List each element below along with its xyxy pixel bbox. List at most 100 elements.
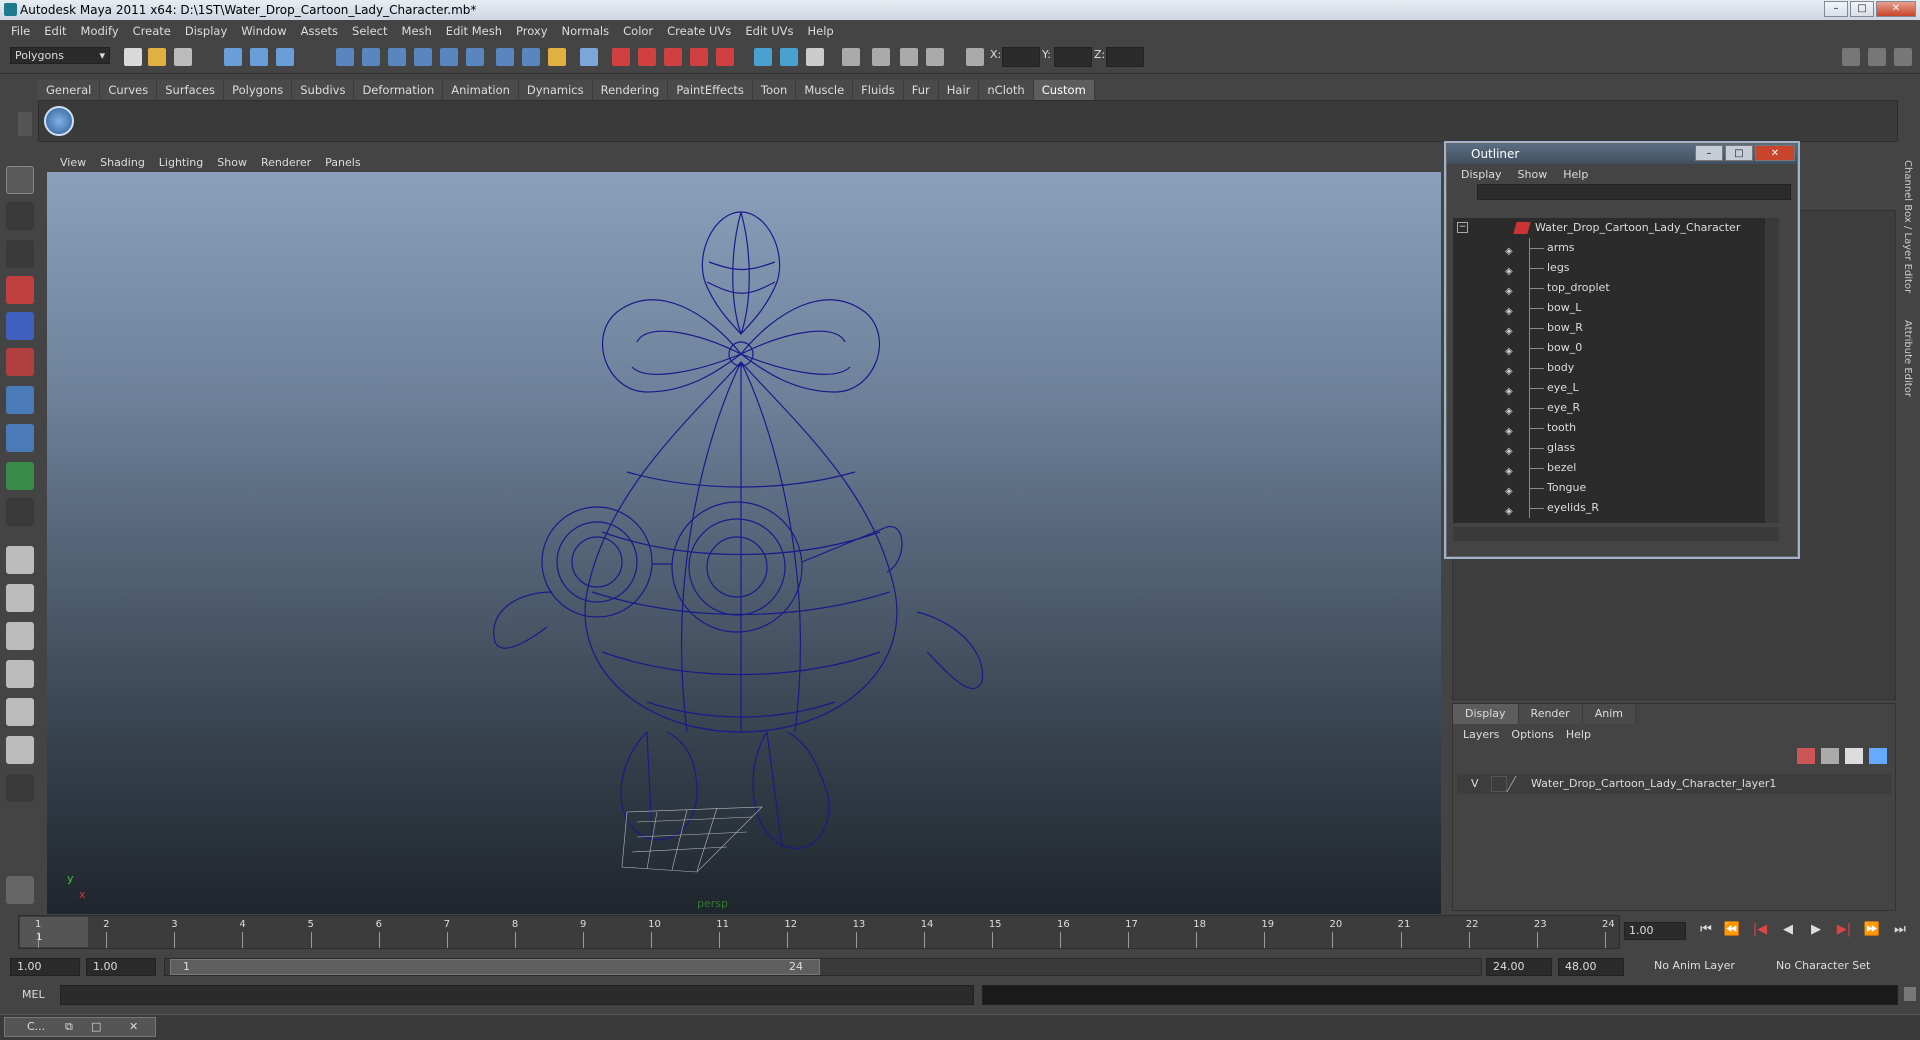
single-pane-layout-icon[interactable]: [6, 546, 34, 574]
persp-trax-layout-icon[interactable]: [6, 736, 34, 764]
mel-input[interactable]: [60, 985, 974, 1005]
mel-script-icon[interactable]: [6, 876, 34, 904]
hypershade-persp-layout-icon[interactable]: [6, 698, 34, 726]
menu-create[interactable]: Create: [126, 24, 178, 38]
step-back-frame-button[interactable]: |◀: [1750, 922, 1770, 940]
current-frame-field[interactable]: 1.00: [1624, 922, 1686, 940]
outliner-persp-layout-icon[interactable]: [6, 622, 34, 650]
tab-rendering[interactable]: Rendering: [592, 80, 669, 100]
layer-tab-anim[interactable]: Anim: [1582, 704, 1636, 724]
snap-curve-icon[interactable]: [362, 48, 380, 66]
restore-icon[interactable]: ⧉: [65, 1018, 73, 1036]
outliner-item[interactable]: ◈ Tongue: [1453, 478, 1779, 498]
soft-mod-tool-icon[interactable]: [6, 424, 34, 452]
show-channel-box-icon[interactable]: [1894, 48, 1912, 66]
layer-menu-layers[interactable]: Layers: [1457, 728, 1505, 741]
tab-fur[interactable]: Fur: [903, 80, 939, 100]
collapse-icon[interactable]: −: [1457, 222, 1468, 233]
outliner-item[interactable]: ◈ bow_R: [1453, 318, 1779, 338]
outliner-menu-help[interactable]: Help: [1555, 168, 1596, 181]
ipr-render-icon[interactable]: [664, 48, 682, 66]
x-field[interactable]: [1002, 47, 1040, 67]
layer-menu-help[interactable]: Help: [1560, 728, 1597, 741]
playback-start-field[interactable]: 1.00: [86, 958, 156, 976]
play-forwards-button[interactable]: ▶: [1806, 922, 1826, 940]
new-scene-icon[interactable]: [124, 48, 142, 66]
select-tool-icon[interactable]: [6, 166, 34, 194]
menu-set-dropdown[interactable]: Polygons: [10, 47, 110, 64]
snap-plane-icon[interactable]: [414, 48, 432, 66]
vp-menu-view[interactable]: View: [53, 156, 93, 169]
maximize-button[interactable]: □: [1850, 1, 1874, 17]
manipulator-tool-icon[interactable]: [6, 386, 34, 414]
start-time-field[interactable]: 1.00: [10, 958, 80, 976]
layer-menu-options[interactable]: Options: [1505, 728, 1559, 741]
lock-icon[interactable]: [548, 48, 566, 66]
tab-toon[interactable]: Toon: [752, 80, 797, 100]
layer-row[interactable]: V Water_Drop_Cartoon_Lady_Character_laye…: [1457, 774, 1891, 794]
vp-menu-panels[interactable]: Panels: [318, 156, 367, 169]
menu-color[interactable]: Color: [616, 24, 660, 38]
attribute-editor-tab[interactable]: Attribute Editor: [1902, 320, 1913, 397]
outliner-item[interactable]: ◈ eye_L: [1453, 378, 1779, 398]
select-hierarchy-icon[interactable]: [224, 48, 242, 66]
menu-edit[interactable]: Edit: [37, 24, 73, 38]
outliner-item[interactable]: ◈ tooth: [1453, 418, 1779, 438]
toggle-outliner-icon[interactable]: [780, 48, 798, 66]
render-current-icon[interactable]: [638, 48, 656, 66]
menu-assets[interactable]: Assets: [294, 24, 345, 38]
vp-menu-show[interactable]: Show: [210, 156, 254, 169]
step-forward-key-button[interactable]: ⏩: [1862, 922, 1882, 940]
modeling-toolkit-icon[interactable]: [806, 48, 824, 66]
outliner-item[interactable]: ◈ bow_L: [1453, 298, 1779, 318]
outliner-item[interactable]: ◈ body: [1453, 358, 1779, 378]
select-object-icon[interactable]: [250, 48, 268, 66]
play-backwards-button[interactable]: ◀: [1778, 922, 1798, 940]
outliner-item[interactable]: ◈ eyelids_R: [1453, 498, 1779, 518]
show-attribute-editor-icon[interactable]: [1842, 48, 1860, 66]
rotate-tool-icon[interactable]: [6, 312, 34, 340]
outliner-item[interactable]: ◈ bezel: [1453, 458, 1779, 478]
show-manipulator-icon[interactable]: [6, 462, 34, 490]
outliner-item[interactable]: ◈ arms: [1453, 238, 1779, 258]
outliner-menu-show[interactable]: Show: [1510, 168, 1556, 181]
layer-color-swatch[interactable]: [1506, 776, 1530, 792]
outliner-item[interactable]: ◈ glass: [1453, 438, 1779, 458]
outliner-minimize-button[interactable]: –: [1695, 145, 1723, 161]
menu-edit-uvs[interactable]: Edit UVs: [738, 24, 800, 38]
render-view-icon[interactable]: [612, 48, 630, 66]
outliner-maximize-button[interactable]: □: [1725, 145, 1753, 161]
tab-subdivs[interactable]: Subdivs: [292, 80, 355, 100]
select-component-icon[interactable]: [276, 48, 294, 66]
save-scene-icon[interactable]: [174, 48, 192, 66]
tab-fluids[interactable]: Fluids: [853, 80, 904, 100]
time-slider-track[interactable]: [18, 915, 1620, 949]
tab-muscle[interactable]: Muscle: [796, 80, 854, 100]
last-tool-icon[interactable]: [6, 498, 34, 526]
tab-deformation[interactable]: Deformation: [354, 80, 444, 100]
go-to-start-button[interactable]: ⏮: [1696, 922, 1716, 940]
scale-tool-icon[interactable]: [6, 348, 34, 376]
close-button[interactable]: ✕: [1876, 1, 1916, 17]
range-slider-thumb[interactable]: 1 24: [170, 959, 820, 975]
step-forward-frame-button[interactable]: ▶|: [1834, 922, 1854, 940]
y-field[interactable]: [1054, 47, 1092, 67]
snap-together-icon[interactable]: [900, 48, 918, 66]
snap-surface-icon[interactable]: [440, 48, 458, 66]
layer-tab-render[interactable]: Render: [1518, 704, 1583, 724]
paint-select-tool-icon[interactable]: [6, 240, 34, 268]
tab-surfaces[interactable]: Surfaces: [157, 80, 225, 100]
delete-layer-icon[interactable]: [1797, 748, 1815, 764]
layout-menu-icon[interactable]: [6, 774, 34, 802]
new-layer-from-selection-icon[interactable]: [1869, 748, 1887, 764]
menu-modify[interactable]: Modify: [74, 24, 126, 38]
outliner-horizontal-scrollbar[interactable]: [1453, 527, 1779, 541]
move-tool-icon[interactable]: [6, 276, 34, 304]
menu-help[interactable]: Help: [801, 24, 841, 38]
tab-ncloth[interactable]: nCloth: [979, 80, 1034, 100]
tab-dynamics[interactable]: Dynamics: [518, 80, 593, 100]
outliner-item[interactable]: ◈ top_droplet: [1453, 278, 1779, 298]
history-icon[interactable]: [496, 48, 514, 66]
layer-tab-display[interactable]: Display: [1453, 704, 1519, 724]
snap-grid-icon[interactable]: [336, 48, 354, 66]
